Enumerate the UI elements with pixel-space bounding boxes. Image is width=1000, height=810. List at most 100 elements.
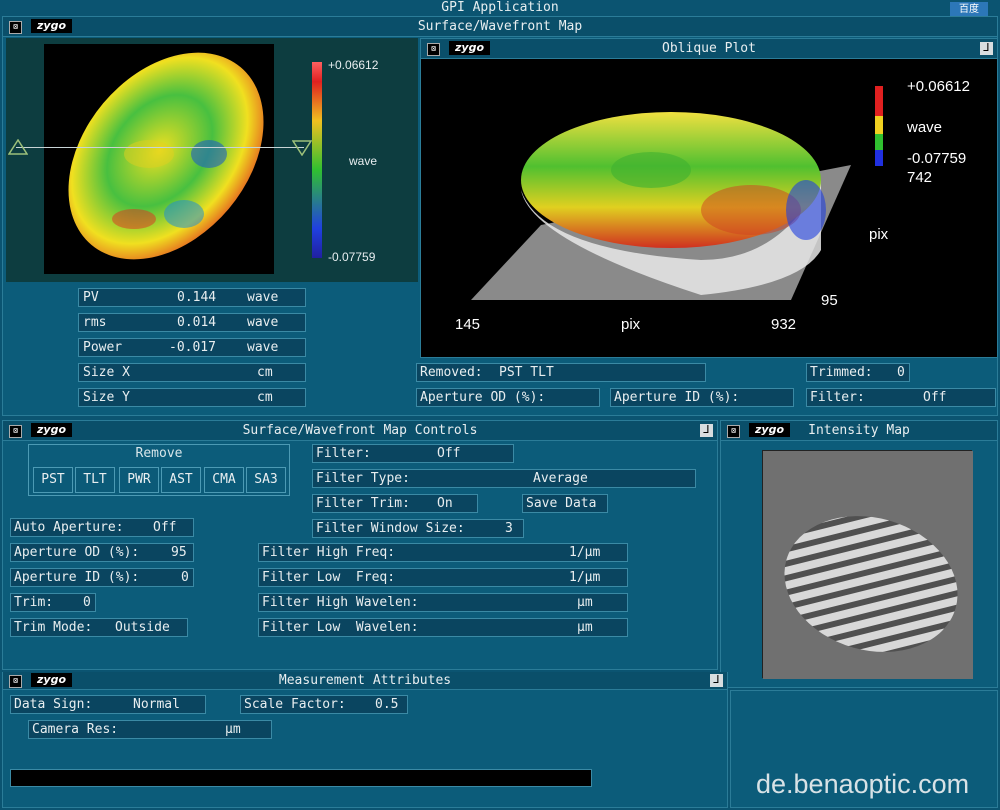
oblique-y-max: 742 — [907, 169, 933, 186]
oblique-scale-unit: wave — [907, 119, 943, 136]
oblique-x-max: 932 — [771, 316, 797, 333]
field-label: Filter Type: — [316, 471, 410, 486]
surface-map-canvas[interactable] — [44, 44, 274, 274]
field-value: Average — [533, 471, 588, 486]
field-value: 0.5 — [375, 697, 399, 712]
oblique-title: Oblique Plot — [662, 41, 756, 56]
field-value: Off — [437, 446, 461, 461]
removed-field: Removed: PST TLT — [416, 363, 706, 382]
field-value: Normal — [133, 697, 180, 712]
stat-unit: wave — [247, 315, 279, 330]
filter-trim-field[interactable]: Filter Trim: On — [312, 494, 478, 513]
pin-icon[interactable]: ⅃ — [980, 42, 993, 55]
logo-text: 百度 — [959, 4, 979, 15]
trim-input[interactable]: Trim: 0 — [10, 593, 96, 612]
data-sign-field[interactable]: Data Sign: Normal — [10, 695, 206, 714]
filter-value: Off — [923, 390, 947, 405]
remove-pwr-button[interactable]: PWR — [119, 467, 159, 493]
field-unit: µm — [577, 595, 593, 610]
status-bar — [10, 769, 592, 787]
field-label: Filter Low Freq: — [262, 570, 396, 585]
oblique-x-min: 145 — [455, 316, 481, 333]
measurement-titlebar: ⊠ zygo Measurement Attributes ⅃ — [3, 672, 727, 690]
surface-map-titlebar: ⊠ zygo Surface/Wavefront Map — [3, 17, 997, 37]
intensity-map-canvas[interactable] — [762, 450, 973, 679]
app-title-text: GPI Application — [441, 0, 559, 15]
field-label: Trim Mode: — [14, 620, 93, 635]
oblique-plot-image — [471, 86, 883, 300]
trim-mode-field[interactable]: Trim Mode: Outside — [10, 618, 188, 637]
remove-ast-button[interactable]: AST — [161, 467, 201, 493]
field-label: Filter High Wavelen: — [262, 595, 419, 610]
stat-label: PV — [83, 290, 99, 305]
field-value: 0 — [181, 570, 189, 585]
field-label: Filter High Freq: — [262, 545, 396, 560]
stat-unit: cm — [257, 390, 273, 405]
field-value: Off — [153, 520, 177, 535]
aperture-od-input[interactable]: Aperture OD (%): 95 — [10, 543, 194, 562]
filter-label: Filter: — [810, 390, 865, 405]
aperture-od-label: Aperture OD (%): — [420, 390, 546, 405]
remove-tlt-button[interactable]: TLT — [75, 467, 115, 493]
field-unit: 1/µm — [569, 545, 601, 560]
filter-low-freq-input[interactable]: Filter Low Freq: 1/µm — [258, 568, 628, 587]
stat-row-power: Power -0.017 wave — [78, 338, 306, 357]
scale-unit-label: wave — [349, 154, 378, 168]
filter-control-field[interactable]: Filter: Off — [312, 444, 514, 463]
profile-line[interactable] — [16, 147, 304, 148]
aperture-id-field: Aperture ID (%): — [610, 388, 794, 407]
remove-cma-button[interactable]: CMA — [204, 467, 244, 493]
measurement-title: Measurement Attributes — [278, 673, 452, 688]
intensity-title: Intensity Map — [808, 423, 910, 438]
scale-max-label: +0.06612 — [328, 58, 379, 72]
field-label: Filter: — [316, 446, 371, 461]
stat-label: rms — [83, 315, 107, 330]
filter-high-wavelen-input[interactable]: Filter High Wavelen: µm — [258, 593, 628, 612]
controls-titlebar: ⊠ zygo Surface/Wavefront Map Controls ⅃ — [3, 421, 717, 441]
watermark: de.benaoptic.com — [756, 769, 970, 799]
field-label: Data Sign: — [14, 697, 93, 712]
remove-pst-button[interactable]: PST — [33, 467, 73, 493]
stats-list: PV 0.144 wave rms 0.014 wave Power -0.017 wave… — [78, 288, 308, 413]
scale-min-label: -0.07759 — [328, 250, 376, 264]
oblique-y-min: 95 — [821, 292, 838, 309]
stat-value: 0.014 — [177, 315, 217, 330]
aperture-id-input[interactable]: Aperture ID (%): 0 — [10, 568, 194, 587]
profile-start-triangle-icon[interactable] — [8, 139, 28, 155]
app-title: GPI Application — [0, 0, 1000, 15]
filter-type-field[interactable]: Filter Type: Average — [312, 469, 696, 488]
intensity-titlebar: ⊠ zygo Intensity Map — [721, 421, 997, 441]
field-label: Aperture ID (%): — [14, 570, 140, 585]
stat-label: Power — [83, 340, 123, 355]
stat-value: 0.144 — [177, 290, 217, 305]
field-label: Aperture OD (%): — [14, 545, 140, 560]
field-label: Filter Trim: — [316, 496, 410, 511]
save-data-label: Save Data — [526, 496, 597, 511]
intensity-image — [763, 451, 973, 679]
profile-end-triangle-icon[interactable] — [292, 140, 312, 156]
camera-res-field[interactable]: Camera Res: µm — [28, 720, 272, 739]
oblique-plot-canvas[interactable]: +0.06612 wave -0.07759 742 pix 95 145 pi… — [421, 60, 997, 356]
surface-map-title: Surface/Wavefront Map — [417, 19, 583, 34]
pin-icon[interactable]: ⅃ — [710, 674, 723, 687]
color-scale-bar — [312, 62, 322, 258]
pin-icon[interactable]: ⅃ — [700, 424, 713, 437]
auto-aperture-field[interactable]: Auto Aperture: Off — [10, 518, 194, 537]
scale-factor-field[interactable]: Scale Factor: 0.5 — [240, 695, 408, 714]
stat-row-size-y: Size Y cm — [78, 388, 306, 407]
stat-unit: wave — [247, 290, 279, 305]
stat-row-rms: rms 0.014 wave — [78, 313, 306, 332]
trimmed-value: 0 — [897, 365, 905, 380]
field-label: Filter Window Size: — [316, 521, 465, 536]
field-value: 0 — [83, 595, 91, 610]
filter-window-size-field[interactable]: Filter Window Size: 3 — [312, 519, 524, 538]
aperture-od-field: Aperture OD (%): — [416, 388, 600, 407]
filter-low-wavelen-input[interactable]: Filter Low Wavelen: µm — [258, 618, 628, 637]
field-value: On — [437, 496, 453, 511]
surface-map-image — [68, 52, 264, 260]
filter-high-freq-input[interactable]: Filter High Freq: 1/µm — [258, 543, 628, 562]
remove-sa3-button[interactable]: SA3 — [246, 467, 286, 493]
field-value: 95 — [171, 545, 187, 560]
stat-unit: wave — [247, 340, 279, 355]
save-data-button[interactable]: Save Data — [522, 494, 608, 513]
